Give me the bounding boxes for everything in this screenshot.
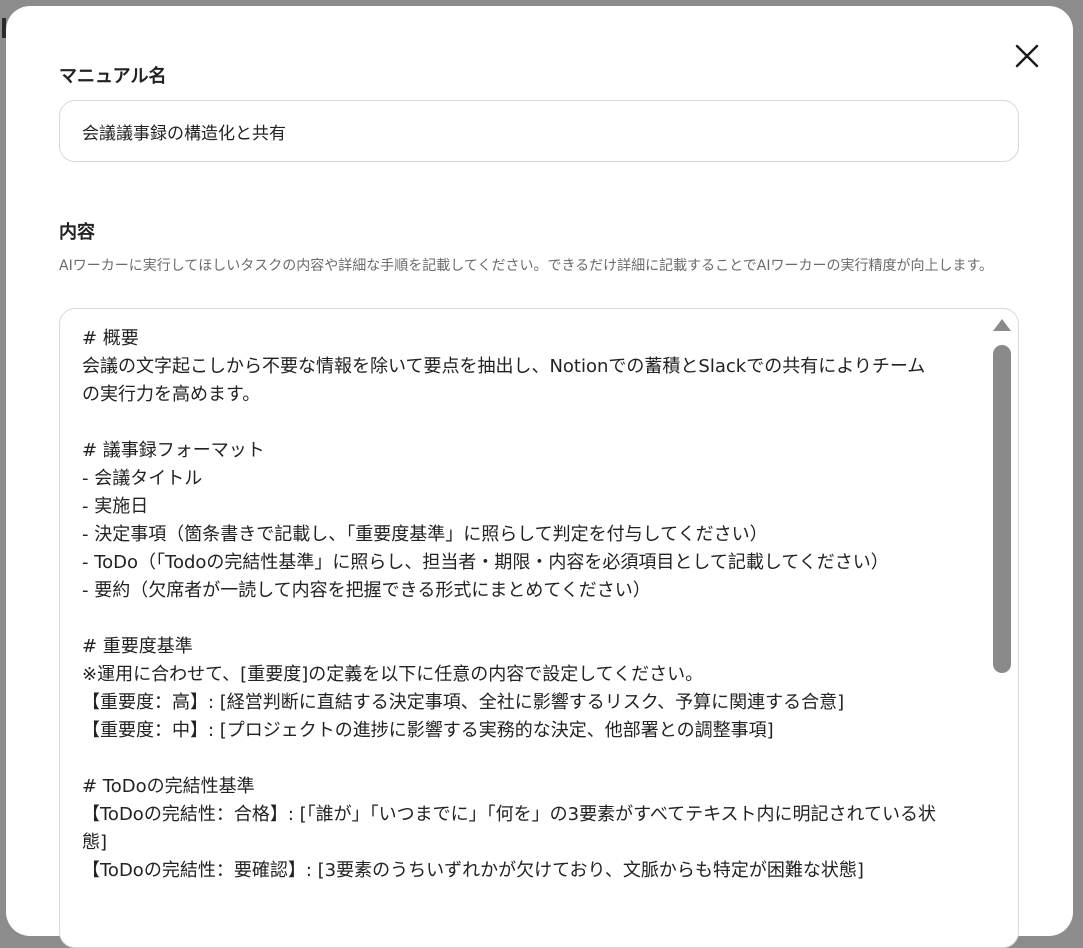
content-text[interactable]: # 概要 会議の文字起こしから不要な情報を除いて要点を抽出し、Notionでの蓄… xyxy=(82,325,982,885)
close-icon[interactable] xyxy=(1014,43,1040,69)
manual-name-input[interactable] xyxy=(59,100,1019,162)
scroll-up-arrow-icon[interactable] xyxy=(993,319,1011,331)
content-textarea[interactable]: # 概要 会議の文字起こしから不要な情報を除いて要点を抽出し、Notionでの蓄… xyxy=(59,308,1019,948)
scrollbar-thumb[interactable] xyxy=(993,345,1011,673)
manual-edit-modal: マニュアル名 内容 AIワーカーに実行してほしいタスクの内容や詳細な手順を記載し… xyxy=(6,6,1073,948)
content-help-text: AIワーカーに実行してほしいタスクの内容や詳細な手順を記載してください。できるだ… xyxy=(59,258,994,274)
content-label: 内容 xyxy=(59,222,95,243)
manual-name-label: マニュアル名 xyxy=(59,66,167,87)
